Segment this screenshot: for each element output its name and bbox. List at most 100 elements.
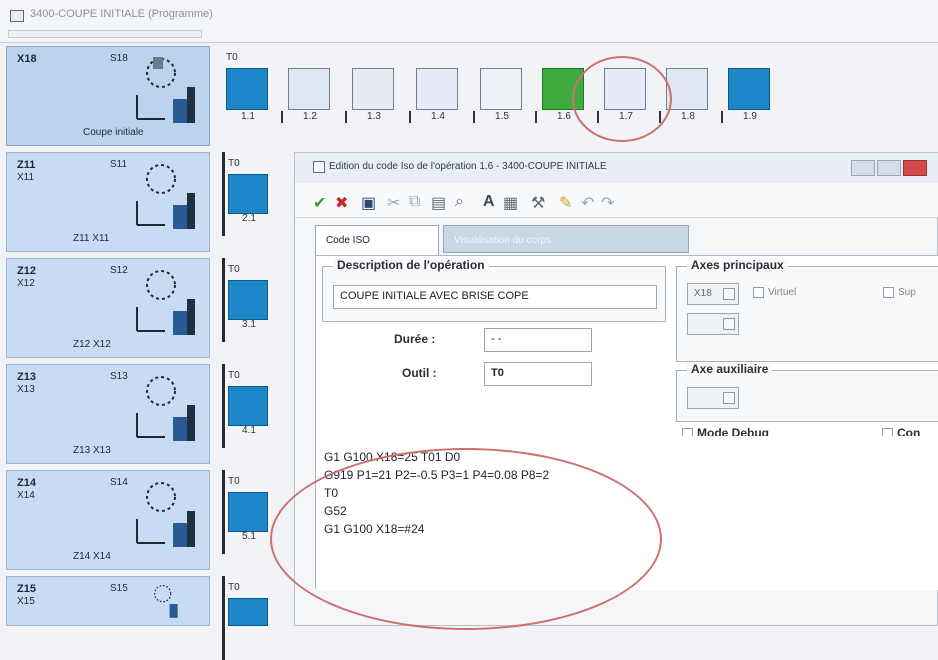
aux-axis-select[interactable]	[687, 387, 739, 409]
turning-tool-icon	[136, 57, 195, 123]
tool-number: 5.1	[242, 531, 256, 542]
group-z11[interactable]: Z11 X11 S11 Z11 X11	[6, 152, 210, 252]
tool-separator	[535, 111, 537, 123]
tool-1-3[interactable]: 1.3	[345, 68, 394, 123]
tab-code-iso[interactable]: Code ISO	[315, 225, 439, 255]
minimize-button[interactable]	[851, 160, 875, 176]
tools-icon[interactable]: ⚒	[531, 193, 545, 213]
slot-separator	[222, 258, 225, 342]
tool-t0-label: T0	[228, 264, 240, 275]
tool-1-2[interactable]: 1.2	[281, 68, 330, 123]
sup-label: Sup	[898, 287, 916, 299]
group-caption: Z11 X11	[73, 233, 110, 244]
tool-icon[interactable]: 2.1	[228, 174, 268, 224]
tool-slot-3[interactable]: T0 3.1	[222, 258, 284, 342]
undo-icon[interactable]: ↶	[581, 193, 594, 213]
save-icon[interactable]: ▣	[361, 193, 376, 213]
outil-input[interactable]: T0	[484, 362, 592, 386]
tool-number: 1.9	[743, 111, 757, 122]
tool-1-4[interactable]: 1.4	[409, 68, 458, 123]
group-x-label: X18	[17, 53, 37, 65]
font-icon[interactable]: A	[483, 193, 495, 211]
virtuel-checkbox[interactable]: Virtuel	[753, 287, 796, 298]
group-x18[interactable]: X18 S18 Coupe initiale	[6, 46, 210, 146]
grid-icon[interactable]: ▦	[503, 193, 518, 213]
dialog-window-icon	[313, 161, 325, 173]
tool-slot-4[interactable]: T0 4.1	[222, 364, 284, 448]
tool-1-1[interactable]: 1.1	[226, 68, 268, 122]
tool-number: 1.3	[367, 111, 381, 122]
group-caption: Z13 X13	[73, 445, 111, 456]
slot-separator	[222, 152, 225, 236]
turning-tool-icon	[136, 376, 195, 441]
tab-label: Visualisation du corps	[454, 235, 552, 246]
chevron-down-icon	[723, 288, 735, 300]
tab-label: Code ISO	[326, 235, 370, 246]
group-x-label: Z15	[17, 583, 36, 595]
tool-number: 3.1	[242, 319, 256, 330]
paste-icon[interactable]: ▤	[431, 193, 446, 213]
tool-icon[interactable]: 3.1	[228, 280, 268, 330]
tool-1-5[interactable]: 1.5	[473, 68, 522, 123]
dialog-title: Edition du code Iso de l'opération 1.6 -…	[329, 161, 607, 172]
tool-slot-6[interactable]: T0	[222, 576, 284, 660]
main-window-title: 3400-COUPE INITIALE (Programme)	[30, 8, 213, 20]
code-highlight-ellipse	[270, 448, 662, 630]
checkbox-box	[883, 287, 894, 298]
duree-input[interactable]: - -	[484, 328, 592, 352]
redo-icon[interactable]: ↷	[601, 193, 614, 213]
copy-icon[interactable]: ⧉	[409, 193, 420, 211]
axis-select[interactable]: X18	[687, 283, 739, 305]
highlight-circle	[572, 56, 672, 142]
validate-check-icon[interactable]: ✔	[313, 193, 326, 213]
tool-1-9[interactable]: 1.9	[721, 68, 770, 123]
turning-tool-icon	[136, 482, 195, 547]
close-button[interactable]	[903, 160, 927, 176]
group-x-label: Z11	[17, 159, 36, 171]
group-x-label: Z13	[17, 371, 36, 383]
cut-icon[interactable]: ✂	[387, 193, 400, 213]
tool-icon[interactable]	[228, 598, 268, 626]
tool-1-8[interactable]: 1.8	[659, 68, 708, 123]
description-group: Description de l'opération COUPE INITIAL…	[322, 258, 666, 322]
group-z14[interactable]: Z14 X14 S14 Z14 X14	[6, 470, 210, 570]
group-x2-label: X14	[17, 490, 35, 501]
group-x2-label: X12	[17, 278, 35, 289]
dialog-tabs: Code ISO Visualisation du corps	[315, 225, 915, 255]
cancel-x-icon[interactable]: ✖	[335, 193, 348, 213]
group-caption: Z14 X14	[73, 551, 111, 562]
group-z15[interactable]: Z15 X15 S15	[6, 576, 210, 626]
group-z12[interactable]: Z12 X12 S12 Z12 X12	[6, 258, 210, 358]
tool-number: 1.2	[303, 111, 317, 122]
tool-t0-label: T0	[228, 158, 240, 169]
group-x-label: Z12	[17, 265, 36, 277]
secondary-axis-select[interactable]	[687, 313, 739, 335]
tool-t0-label: T0	[228, 582, 240, 593]
search-icon[interactable]: ⌕	[455, 193, 464, 211]
comment-icon[interactable]: ✎	[559, 193, 572, 213]
chevron-down-icon	[723, 392, 735, 404]
axe-auxiliaire-group: Axe auxiliaire	[676, 362, 938, 422]
slot-separator	[222, 364, 225, 448]
window-buttons	[851, 160, 931, 176]
description-input[interactable]: COUPE INITIALE AVEC BRISE COPE	[333, 285, 657, 309]
title-underbar	[8, 30, 202, 38]
sup-checkbox[interactable]: Sup	[883, 287, 916, 298]
duree-label: Durée :	[394, 332, 436, 346]
axes-principaux-legend: Axes principaux	[687, 258, 788, 272]
tool-number: 2.1	[242, 213, 256, 224]
tool-number: 1.8	[681, 111, 695, 122]
slot-separator	[222, 576, 225, 660]
group-caption: Z12 X12	[73, 339, 111, 350]
tool-icon[interactable]: 4.1	[228, 386, 268, 436]
turning-tool-icon	[154, 585, 178, 618]
tab-visualisation[interactable]: Visualisation du corps	[443, 225, 689, 253]
axes-principaux-group: Axes principaux X18 Virtuel Sup	[676, 258, 938, 362]
maximize-button[interactable]	[877, 160, 901, 176]
tool-icon[interactable]: 5.1	[228, 492, 268, 542]
description-legend: Description de l'opération	[333, 258, 489, 272]
dialog-titlebar: Edition du code Iso de l'opération 1.6 -…	[295, 153, 938, 184]
group-z13[interactable]: Z13 X13 S13 Z13 X13	[6, 364, 210, 464]
tool-slot-2[interactable]: T0 2.1	[222, 152, 284, 236]
dialog-toolbar: ✔ ✖ ▣ ✂ ⧉ ▤ ⌕ A ▦ ⚒ ✎ ↶ ↷	[295, 183, 938, 218]
